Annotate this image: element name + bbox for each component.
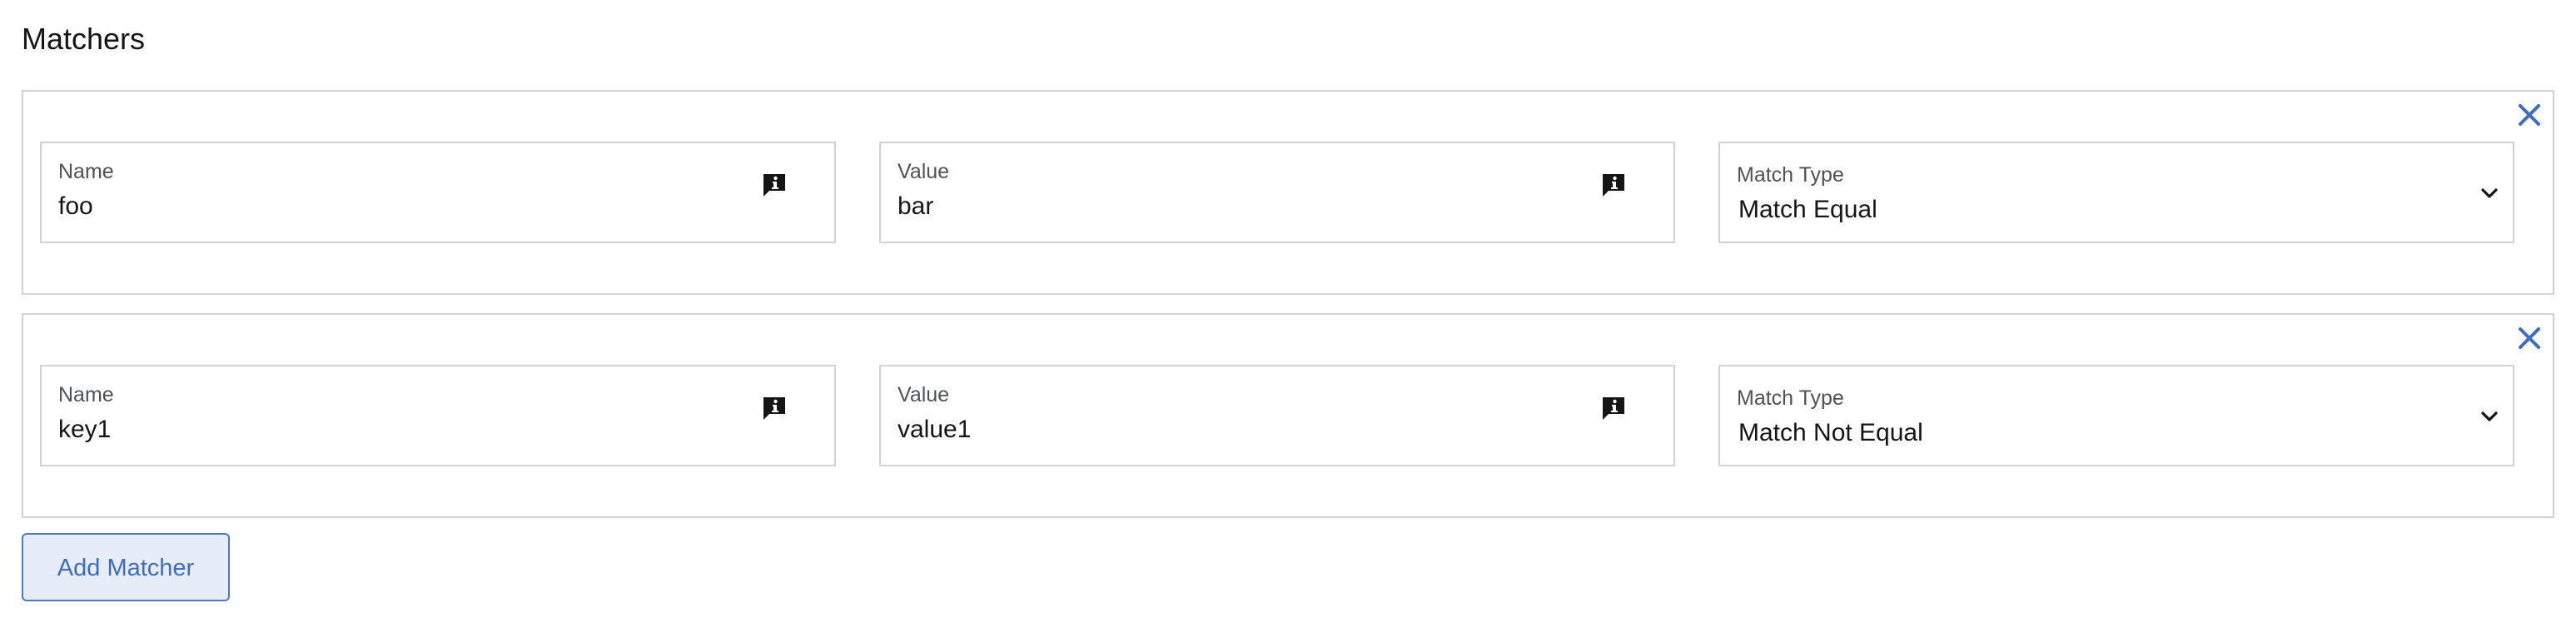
value-input[interactable] [898, 190, 1580, 223]
match-type-label: Match Type [1737, 163, 1844, 187]
info-icon[interactable] [1600, 395, 1627, 421]
info-icon[interactable] [1600, 172, 1627, 198]
section-title: Matchers [22, 22, 146, 56]
value-field-label: Value [898, 160, 950, 183]
name-field-label: Name [58, 160, 114, 183]
match-type-value: Match Not Equal [1738, 419, 1923, 446]
close-icon [2519, 327, 2540, 349]
name-field[interactable]: Name [40, 142, 836, 243]
close-icon [2519, 104, 2540, 126]
match-type-label: Match Type [1737, 386, 1844, 410]
chevron-down-icon [2481, 188, 2498, 198]
remove-matcher-button[interactable] [2516, 325, 2543, 351]
add-matcher-button[interactable]: Add Matcher [22, 533, 230, 601]
value-field-label: Value [898, 383, 950, 406]
info-icon[interactable] [761, 395, 788, 421]
name-field-label: Name [58, 383, 114, 406]
value-field[interactable]: Value [879, 142, 1675, 243]
match-type-select[interactable]: Match Type Match Equal [1718, 142, 2514, 243]
chevron-down-icon [2481, 411, 2498, 421]
match-type-value: Match Equal [1738, 196, 1877, 223]
name-field[interactable]: Name [40, 365, 836, 466]
remove-matcher-button[interactable] [2516, 102, 2543, 128]
name-input[interactable] [58, 413, 741, 446]
matcher-row: Name Value Match Type Match Equal [22, 90, 2554, 295]
matcher-row: Name Value Match Type Match Not Equal [22, 313, 2554, 518]
value-field[interactable]: Value [879, 365, 1675, 466]
name-input[interactable] [58, 190, 741, 223]
match-type-select[interactable]: Match Type Match Not Equal [1718, 365, 2514, 466]
info-icon[interactable] [761, 172, 788, 198]
value-input[interactable] [898, 413, 1580, 446]
